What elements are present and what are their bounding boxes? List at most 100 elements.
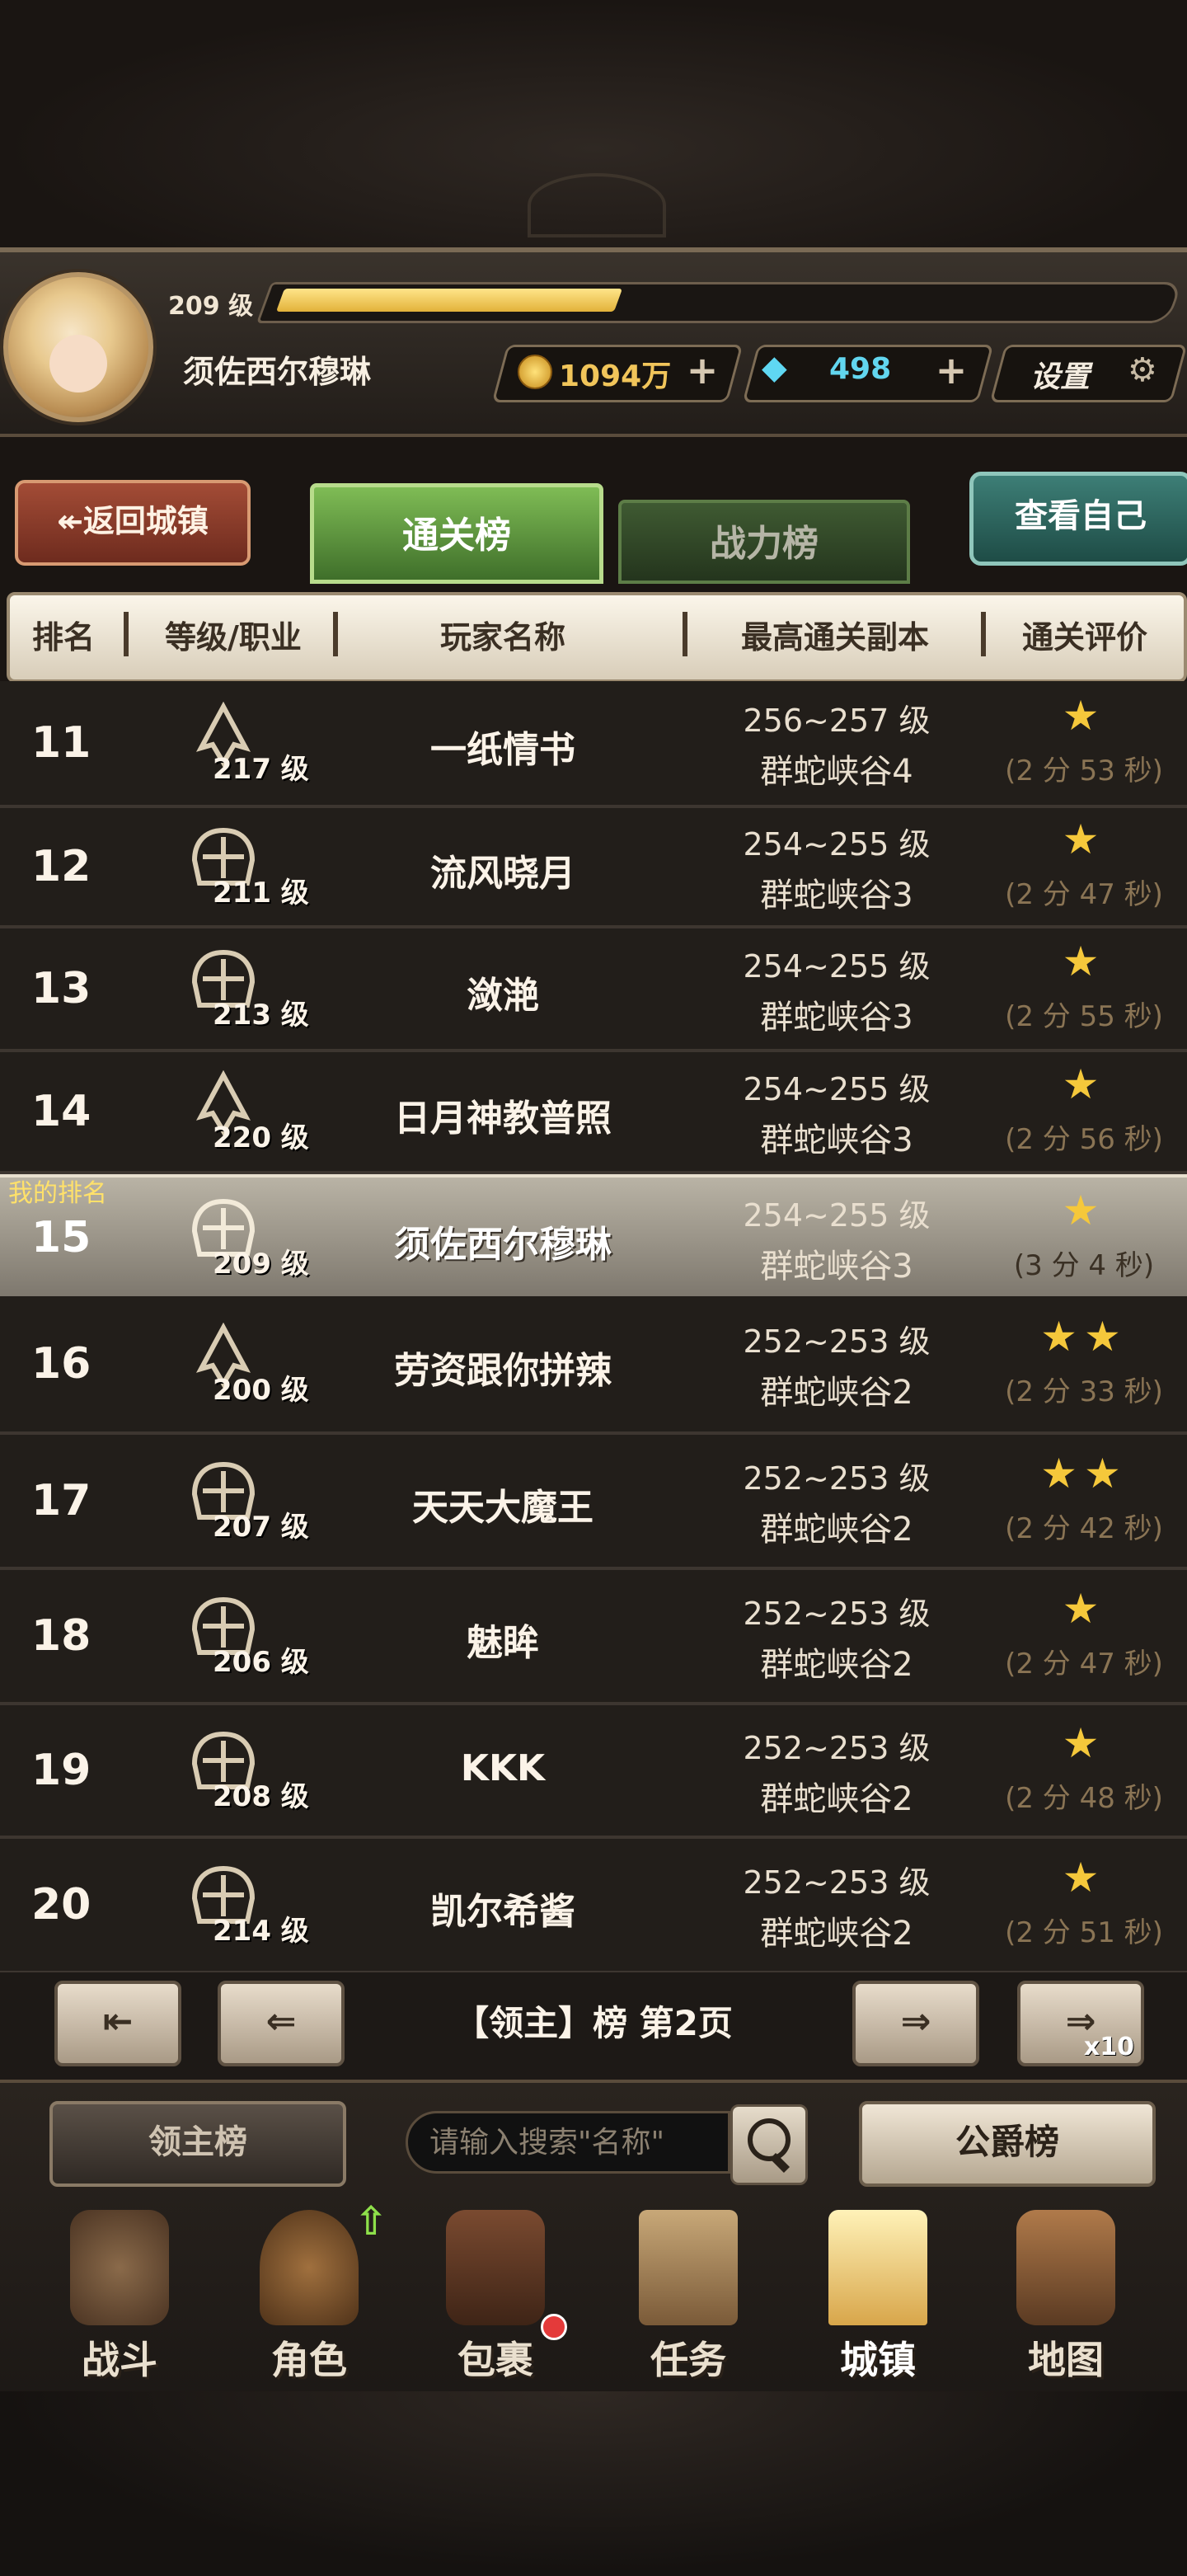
dungeon-level: 252~253 级 xyxy=(743,1730,931,1766)
player-name: KKK xyxy=(460,1747,546,1789)
jump-10-pages-button[interactable]: ⇒ x10 xyxy=(1017,1981,1144,2066)
rating-stars: ★ xyxy=(1062,1719,1106,1767)
dungeon-name: 群蛇峡谷3 xyxy=(760,1121,913,1159)
tab-clear-rank[interactable]: 通关榜 xyxy=(310,483,603,584)
rating-stars: ★ xyxy=(1062,1060,1106,1108)
player-level: 220 级 xyxy=(213,1121,309,1154)
prev-page-button[interactable]: ⇐ xyxy=(218,1981,345,2066)
col-rating: 通关评价 xyxy=(1021,619,1147,656)
rank-number: 12 xyxy=(31,842,91,891)
lord-rank-button[interactable]: 领主榜 xyxy=(49,2101,346,2187)
add-gold-button[interactable]: + xyxy=(681,346,724,396)
nav-label: 任务 xyxy=(650,2338,726,2382)
player-level: 207 级 xyxy=(213,1511,309,1544)
player-header-bar xyxy=(0,247,1187,437)
rank-number: 19 xyxy=(31,1746,91,1795)
rank-number: 11 xyxy=(31,718,91,768)
dungeon-name: 群蛇峡谷2 xyxy=(760,1915,913,1953)
top-ornament xyxy=(0,0,1187,247)
nav-character[interactable]: ⇧ 角色 xyxy=(223,2193,396,2391)
nav-map[interactable]: 地图 xyxy=(979,2193,1152,2391)
bottom-ornament xyxy=(0,2391,1187,2573)
nav-inventory[interactable]: 包裹 xyxy=(409,2193,582,2391)
player-level: 209 级 xyxy=(168,292,254,321)
player-name: 须佐西尔穆琳 xyxy=(183,354,372,390)
player-level: 206 级 xyxy=(213,1646,309,1679)
duke-rank-button[interactable]: 公爵榜 xyxy=(859,2101,1156,2187)
diamond-icon: ◆ xyxy=(762,349,787,387)
rating-stars: ★ xyxy=(1062,938,1106,985)
player-level: 211 级 xyxy=(213,877,309,910)
rating-stars: ★ xyxy=(1062,1585,1106,1633)
settings-label: 设置 xyxy=(1030,360,1091,394)
dungeon-name: 群蛇峡谷3 xyxy=(760,1248,913,1286)
back-to-town-button[interactable]: ↞返回城镇 xyxy=(15,480,251,566)
rank-number: 17 xyxy=(31,1476,91,1525)
search-button[interactable] xyxy=(730,2104,808,2185)
clear-time: (2 分 42 秒) xyxy=(1005,1512,1163,1545)
col-level-class: 等级/职业 xyxy=(165,619,302,656)
ranking-row[interactable]: 19 208 级 KKK 252~253 级 群蛇峡谷2 ★ (2 分 48 秒… xyxy=(0,1705,1187,1839)
x10-badge: x10 xyxy=(1083,2033,1134,2061)
rank-number: 13 xyxy=(31,964,91,1013)
player-name: 日月神教普照 xyxy=(394,1098,612,1140)
clear-time: (2 分 51 秒) xyxy=(1005,1916,1163,1949)
player-name: 魅眸 xyxy=(467,1622,539,1664)
rating-stars: ★ xyxy=(1062,1854,1106,1901)
dungeon-level: 252~253 级 xyxy=(743,1323,931,1360)
rating-stars: ★ xyxy=(1062,816,1106,863)
helmet-icon xyxy=(260,2210,359,2325)
nav-label: 战斗 xyxy=(82,2338,157,2382)
dungeon-name: 群蛇峡谷2 xyxy=(760,1780,913,1818)
col-player-name: 玩家名称 xyxy=(439,619,565,656)
player-level: 200 级 xyxy=(213,1374,309,1407)
tab-power-rank[interactable]: 战力榜 xyxy=(618,500,910,584)
dungeon-level: 254~255 级 xyxy=(743,1197,931,1234)
dungeon-name: 群蛇峡谷2 xyxy=(760,1646,913,1684)
add-diamond-button[interactable]: + xyxy=(930,346,973,396)
battle-shield-icon xyxy=(70,2210,169,2325)
ranking-row[interactable]: 17 207 级 天天大魔王 252~253 级 群蛇峡谷2 ★★ (2 分 4… xyxy=(0,1435,1187,1570)
first-page-button[interactable]: ⇤ xyxy=(54,1981,181,2066)
ranking-row[interactable]: 16 200 级 劳资跟你拼辣 252~253 级 群蛇峡谷2 ★★ (2 分 … xyxy=(0,1296,1187,1435)
next-page-button[interactable]: ⇒ xyxy=(852,1981,979,2066)
rank-number: 15 xyxy=(31,1213,91,1262)
dungeon-name: 群蛇峡谷3 xyxy=(760,999,913,1037)
col-divider xyxy=(333,612,338,656)
player-name: 流风晓月 xyxy=(430,853,575,895)
player-avatar[interactable] xyxy=(3,272,153,422)
nav-town[interactable]: 城镇 xyxy=(791,2193,964,2391)
nav-label: 包裹 xyxy=(457,2338,533,2382)
col-divider xyxy=(981,612,986,656)
nav-quests[interactable]: 任务 xyxy=(602,2193,775,2391)
rating-stars: ★★ xyxy=(1040,1450,1128,1497)
xp-bar-fill xyxy=(275,289,623,312)
ranking-row[interactable]: 13 213 级 潋滟 254~255 级 群蛇峡谷3 ★ (2 分 55 秒) xyxy=(0,928,1187,1052)
player-level: 214 级 xyxy=(213,1915,309,1948)
clear-time: (2 分 33 秒) xyxy=(1005,1375,1163,1408)
ranking-row[interactable]: 11 217 级 一纸情书 256~257 级 群蛇峡谷4 ★ (2 分 53 … xyxy=(0,681,1187,808)
clear-time: (2 分 53 秒) xyxy=(1005,754,1163,787)
search-input[interactable]: 请输入搜索"名称" xyxy=(406,2111,730,2174)
clear-time: (2 分 47 秒) xyxy=(1005,878,1163,911)
ranking-row[interactable]: 20 214 级 凯尔希酱 252~253 级 群蛇峡谷2 ★ (2 分 51 … xyxy=(0,1839,1187,1974)
gold-amount: 1094万 xyxy=(559,360,672,393)
ranking-row[interactable]: 18 206 级 魅眸 252~253 级 群蛇峡谷2 ★ (2 分 47 秒) xyxy=(0,1570,1187,1705)
player-level: 213 级 xyxy=(213,999,309,1032)
gold-coin-icon xyxy=(518,355,552,389)
rating-stars: ★ xyxy=(1062,1187,1106,1234)
dungeon-level: 252~253 级 xyxy=(743,1596,931,1632)
view-self-button[interactable]: 查看自己 xyxy=(969,472,1187,566)
player-name: 须佐西尔穆琳 xyxy=(394,1224,612,1266)
gear-icon[interactable]: ⚙ xyxy=(1128,351,1157,389)
ranking-row[interactable]: 14 220 级 日月神教普照 254~255 级 群蛇峡谷3 ★ (2 分 5… xyxy=(0,1052,1187,1174)
ranking-row[interactable]: 12 211 级 流风晓月 254~255 级 群蛇峡谷3 ★ (2 分 47 … xyxy=(0,808,1187,928)
my-ranking-row[interactable]: 我的排名 15 209 级 须佐西尔穆琳 254~255 级 群蛇峡谷3 ★ (… xyxy=(0,1174,1187,1301)
dungeon-name: 群蛇峡谷2 xyxy=(760,1511,913,1549)
rank-number: 18 xyxy=(31,1611,91,1661)
clear-time: (3 分 4 秒) xyxy=(1013,1249,1155,1282)
map-icon xyxy=(1016,2210,1115,2325)
dungeon-level: 254~255 级 xyxy=(743,1071,931,1107)
nav-battle[interactable]: 战斗 xyxy=(33,2193,206,2391)
dungeon-level: 256~257 级 xyxy=(743,703,931,739)
